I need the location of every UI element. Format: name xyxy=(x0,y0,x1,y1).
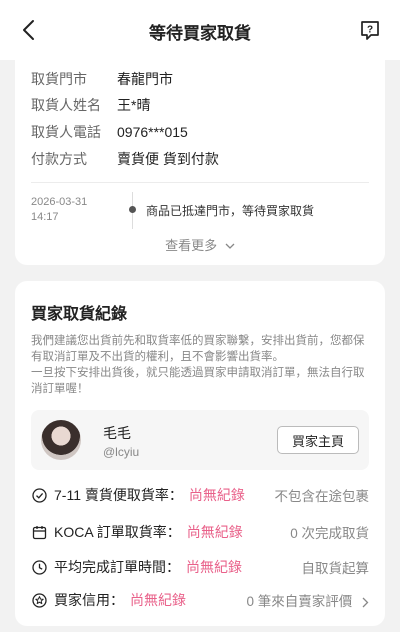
stat-value: 尚無紀錄 xyxy=(130,592,186,608)
timeline-date: 2026-03-31 xyxy=(31,196,88,208)
top-nav-bar: 等待買家取貨 ? xyxy=(0,0,400,60)
recipient-name-value: 王*晴 xyxy=(117,97,151,113)
recipient-name-label: 取貨人姓名 xyxy=(31,97,101,113)
timeline-dot xyxy=(129,206,136,213)
chevron-right-icon xyxy=(362,597,369,608)
record-description: 我們建議您出貨前先和取貨率低的買家聯繫，安排出貨前，您都保有取消訂單及不出貨的權… xyxy=(31,335,365,395)
stat-value: 尚無紀錄 xyxy=(186,559,242,575)
timeline-time: 14:17 xyxy=(31,211,59,223)
stat-note: 0 次完成取貨 xyxy=(290,526,369,541)
recipient-phone-label: 取貨人電話 xyxy=(31,124,101,140)
stat-label: KOCA 訂單取貨率： xyxy=(54,524,181,540)
stat-note: 自取貨起算 xyxy=(301,561,370,576)
stat-label: 買家信用： xyxy=(54,592,124,608)
pickup-store-row: 取貨門市 春龍門市 xyxy=(31,68,173,90)
buyer-id: @lcyiu xyxy=(103,445,140,459)
page-title: 等待買家取貨 xyxy=(149,24,251,43)
stat-label: 平均完成訂單時間： xyxy=(54,559,180,575)
help-chat-icon: ? xyxy=(361,21,379,40)
buyer-record-card: 買家取貨紀錄 我們建議您出貨前先和取貨率低的買家聯繫，安排出貨前，您都保有取消訂… xyxy=(15,281,385,626)
stat-label: 7-11 賣貨便取貨率： xyxy=(54,487,183,503)
stat-note: 不包含在途包裹 xyxy=(274,489,370,504)
recipient-name-row: 取貨人姓名 王*晴 xyxy=(31,94,150,116)
stat-note: 0 筆來自賣家評價 xyxy=(246,590,369,610)
check-circle-icon xyxy=(31,487,47,503)
calendar-icon xyxy=(31,524,47,540)
pickup-store-value: 春龍門市 xyxy=(117,71,173,87)
section-title: 買家取貨紀錄 xyxy=(31,306,128,323)
recipient-phone-row: 取貨人電話 0976***015 xyxy=(31,121,188,143)
view-more-label: 查看更多 xyxy=(165,238,218,253)
payment-method-value: 賣貨便 貨到付款 xyxy=(117,151,219,167)
payment-method-label: 付款方式 xyxy=(31,151,87,167)
stat-value: 尚無紀錄 xyxy=(188,487,245,503)
buyer-profile: 毛毛 @lcyiu 買家主頁 xyxy=(31,410,369,470)
pickup-info-card: 取貨門市 春龍門市 取貨人姓名 王*晴 取貨人電話 0976***015 付款方… xyxy=(15,52,385,265)
divider xyxy=(31,182,369,183)
stat-buyer-credit[interactable]: 買家信用： 尚無紀錄 0 筆來自賣家評價 xyxy=(31,589,369,611)
chevron-down-icon xyxy=(225,243,235,249)
avatar xyxy=(41,420,81,460)
timeline-datetime: 2026-03-31 14:17 xyxy=(31,195,87,225)
pickup-store-label: 取貨門市 xyxy=(31,71,87,87)
stat-koca-pickup-rate: KOCA 訂單取貨率： 尚無紀錄 0 次完成取貨 xyxy=(31,521,369,543)
stat-avg-completion-time: 平均完成訂單時間： 尚無紀錄 自取貨起算 xyxy=(31,556,369,578)
recipient-phone-value: 0976***015 xyxy=(117,124,188,140)
buyer-homepage-button[interactable]: 買家主頁 xyxy=(277,426,359,454)
clock-icon xyxy=(31,559,47,575)
buyer-name: 毛毛 xyxy=(103,425,131,441)
stat-note-text: 0 筆來自賣家評價 xyxy=(246,594,353,609)
help-button[interactable]: ? xyxy=(358,18,382,42)
stat-value: 尚無紀錄 xyxy=(186,524,243,540)
timeline-status-text: 商品已抵達門市，等待買家取貨 xyxy=(146,204,315,218)
view-more-link[interactable]: 查看更多 xyxy=(15,235,385,254)
payment-method-row: 付款方式 賣貨便 貨到付款 xyxy=(31,148,219,170)
star-badge-icon xyxy=(31,592,47,608)
svg-text:?: ? xyxy=(367,25,373,36)
stat-711-pickup-rate: 7-11 賣貨便取貨率： 尚無紀錄 不包含在途包裹 xyxy=(31,484,369,506)
